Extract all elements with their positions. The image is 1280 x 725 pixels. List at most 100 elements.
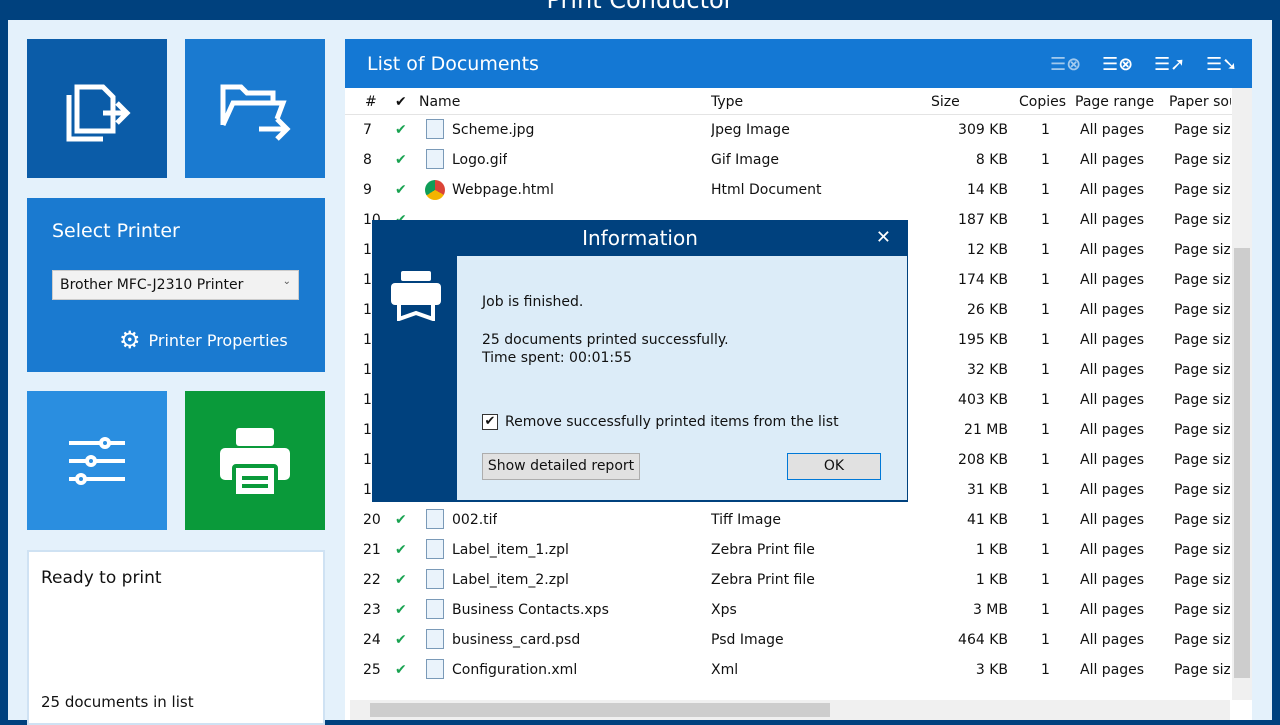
paper-source: Page siz [1174, 182, 1230, 198]
file-name: Label_item_1.zpl [452, 542, 569, 558]
window-title: Print Conductor [546, 0, 734, 14]
table-row[interactable]: 8 ✔ Logo.gif Gif Image 8 KB 1 All pages … [345, 145, 1230, 175]
file-type: Xml [711, 662, 739, 678]
horizontal-scrollbar[interactable] [350, 700, 1230, 720]
file-size: 403 KB [958, 392, 1008, 408]
table-row[interactable]: 24 ✔ business_card.psd Psd Image 464 KB … [345, 625, 1230, 655]
file-file-icon [426, 539, 444, 559]
table-row[interactable]: 22 ✔ Label_item_2.zpl Zebra Print file 1… [345, 565, 1230, 595]
file-name: Business Contacts.xps [452, 602, 609, 618]
ok-button[interactable]: OK [787, 453, 881, 480]
paper-source: Page siz [1174, 482, 1230, 498]
copies: 1 [1041, 362, 1050, 378]
gear-icon: ⚙ [119, 326, 141, 354]
table-row[interactable]: 25 ✔ Configuration.xml Xml 3 KB 1 All pa… [345, 655, 1230, 685]
table-row[interactable]: 7 ✔ Scheme.jpg Jpeg Image 309 KB 1 All p… [345, 115, 1230, 145]
printer-properties-button[interactable]: ⚙ Printer Properties [119, 326, 288, 354]
col-paper-source[interactable]: Paper sou [1169, 94, 1231, 110]
file-file-icon [426, 629, 444, 649]
scroll-thumb[interactable] [1234, 248, 1250, 678]
file-type: Gif Image [711, 152, 779, 168]
copies: 1 [1041, 332, 1050, 348]
xps-file-icon [426, 599, 444, 619]
row-number: 24 [363, 632, 381, 648]
copies: 1 [1041, 602, 1050, 618]
col-copies[interactable]: Copies [1019, 94, 1066, 110]
paper-source: Page siz [1174, 302, 1230, 318]
page-range: All pages [1080, 122, 1145, 138]
copies: 1 [1041, 512, 1050, 528]
close-icon[interactable]: ✕ [876, 227, 891, 248]
file-size: 3 KB [975, 662, 1008, 678]
paper-source: Page siz [1174, 122, 1230, 138]
copies: 1 [1041, 302, 1050, 318]
page-range: All pages [1080, 212, 1145, 228]
success-check-icon: ✔ [395, 662, 407, 678]
row-number: 9 [363, 182, 372, 198]
table-row[interactable]: 23 ✔ Business Contacts.xps Xps 3 MB 1 Al… [345, 595, 1230, 625]
success-check-icon: ✔ [395, 512, 407, 528]
add-files-button[interactable] [27, 39, 167, 178]
printer-dropdown[interactable]: Brother MFC-J2310 Printer ⌄ [52, 270, 299, 300]
file-name: business_card.psd [452, 632, 581, 648]
status-box: Ready to print 25 documents in list [27, 550, 325, 725]
chevron-down-icon: ⌄ [282, 276, 291, 287]
file-size: 1 KB [975, 542, 1008, 558]
scroll-thumb[interactable] [370, 703, 830, 717]
show-detailed-report-button[interactable]: Show detailed report [482, 453, 640, 480]
col-check[interactable]: ✔ [395, 94, 407, 110]
col-type[interactable]: Type [711, 94, 743, 110]
col-name[interactable]: Name [419, 94, 460, 110]
import-list-icon[interactable]: ☰➘ [1206, 51, 1240, 77]
copies: 1 [1041, 572, 1050, 588]
success-check-icon: ✔ [395, 182, 407, 198]
checkbox-label: Remove successfully printed items from t… [505, 414, 839, 430]
printer-value: Brother MFC-J2310 Printer [60, 277, 244, 293]
table-row[interactable]: 9 ✔ Webpage.html Html Document 14 KB 1 A… [345, 175, 1230, 205]
select-printer-panel: Select Printer Brother MFC-J2310 Printer… [27, 198, 325, 372]
add-folder-button[interactable] [185, 39, 325, 178]
file-size: 41 KB [966, 512, 1008, 528]
success-check-icon: ✔ [395, 602, 407, 618]
column-headers: # ✔ Name Type Size Copies Page range Pap… [345, 88, 1252, 115]
success-check-icon: ✔ [395, 572, 407, 588]
col-size[interactable]: Size [931, 94, 960, 110]
paper-source: Page siz [1174, 572, 1230, 588]
page-range: All pages [1080, 512, 1145, 528]
table-row[interactable]: 20 ✔ 002.tif Tiff Image 41 KB 1 All page… [345, 505, 1230, 535]
page-range: All pages [1080, 602, 1145, 618]
file-size: 195 KB [958, 332, 1008, 348]
checkbox-checked-icon: ✔ [482, 414, 498, 430]
remove-selected-icon[interactable]: ☰⊗ [1102, 51, 1136, 77]
file-size: 32 KB [966, 362, 1008, 378]
col-page-range[interactable]: Page range [1075, 94, 1154, 110]
clear-list-icon[interactable]: ☰⊗ [1050, 51, 1084, 77]
time-spent-text: Time spent: 00:01:55 [482, 350, 632, 366]
page-range: All pages [1080, 152, 1145, 168]
file-size: 187 KB [958, 212, 1008, 228]
vertical-scrollbar[interactable] [1232, 88, 1252, 700]
file-file-icon [426, 569, 444, 589]
paper-source: Page siz [1174, 212, 1230, 228]
copies: 1 [1041, 182, 1050, 198]
file-type: Tiff Image [711, 512, 781, 528]
settings-button[interactable] [27, 391, 167, 530]
print-button[interactable] [185, 391, 325, 530]
table-row[interactable]: 21 ✔ Label_item_1.zpl Zebra Print file 1… [345, 535, 1230, 565]
success-check-icon: ✔ [395, 632, 407, 648]
export-list-icon[interactable]: ☰➚ [1154, 51, 1188, 77]
page-range: All pages [1080, 542, 1145, 558]
col-number[interactable]: # [365, 94, 377, 110]
page-range: All pages [1080, 662, 1145, 678]
copies: 1 [1041, 272, 1050, 288]
list-title: List of Documents [367, 53, 539, 75]
success-check-icon: ✔ [395, 542, 407, 558]
copies: 1 [1041, 542, 1050, 558]
copies: 1 [1041, 122, 1050, 138]
paper-source: Page siz [1174, 272, 1230, 288]
paper-source: Page siz [1174, 542, 1230, 558]
file-type: Jpeg Image [711, 122, 790, 138]
remove-items-checkbox[interactable]: ✔ Remove successfully printed items from … [482, 414, 839, 430]
paper-source: Page siz [1174, 362, 1230, 378]
file-size: 8 KB [975, 152, 1008, 168]
